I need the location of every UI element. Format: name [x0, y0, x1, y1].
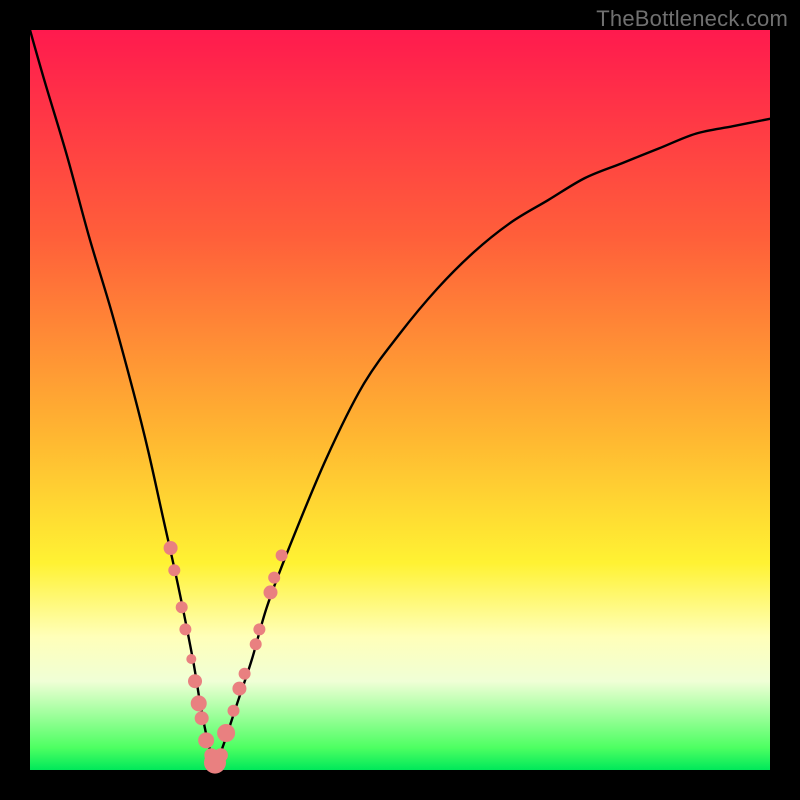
marker-dot — [214, 748, 228, 762]
marker-dot — [179, 623, 191, 635]
marker-dot — [176, 601, 188, 613]
marker-dot — [228, 705, 240, 717]
marker-dot — [253, 623, 265, 635]
watermark-text: TheBottleneck.com — [596, 6, 788, 32]
highlighted-points — [164, 541, 288, 774]
plot-area — [30, 30, 770, 770]
marker-dot — [164, 541, 178, 555]
marker-dot — [232, 682, 246, 696]
chart-frame: TheBottleneck.com — [0, 0, 800, 800]
marker-dot — [217, 724, 235, 742]
marker-dot — [264, 585, 278, 599]
marker-dot — [195, 711, 209, 725]
marker-dot — [239, 668, 251, 680]
marker-dot — [188, 674, 202, 688]
marker-dot — [268, 572, 280, 584]
marker-dot — [250, 638, 262, 650]
bottleneck-curve — [30, 30, 770, 763]
marker-dot — [191, 695, 207, 711]
chart-svg — [30, 30, 770, 770]
marker-dot — [276, 549, 288, 561]
marker-dot — [186, 654, 196, 664]
marker-dot — [168, 564, 180, 576]
marker-dot — [198, 732, 214, 748]
